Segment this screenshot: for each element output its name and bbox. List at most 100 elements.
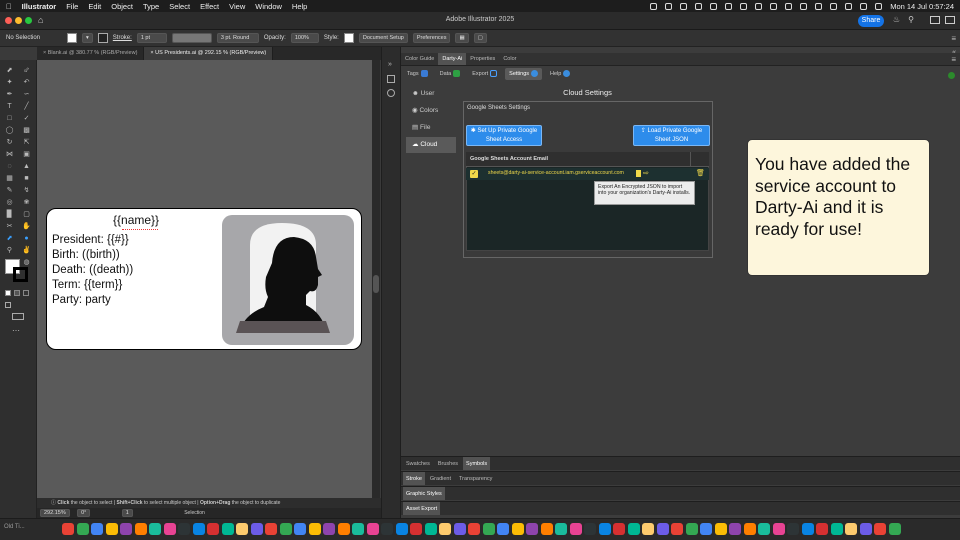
tray-app-icon[interactable] <box>665 2 673 10</box>
gradient-tool-icon[interactable]: ■ <box>22 174 31 183</box>
preferences-button[interactable]: Preferences <box>412 33 451 43</box>
bell-icon[interactable]: ♨ <box>893 15 900 24</box>
panel-menu-icon[interactable]: ≡ <box>951 34 956 43</box>
tray-app-icon[interactable] <box>755 2 763 10</box>
dock-app-icon[interactable] <box>555 523 567 535</box>
libraries-icon[interactable] <box>387 89 395 97</box>
fill-swatch[interactable] <box>67 33 78 43</box>
dock-app-icon[interactable] <box>192 523 205 535</box>
dock-app-icon[interactable] <box>584 523 596 535</box>
card-death-field[interactable]: Death: ((death)) <box>52 264 133 276</box>
dock-app-icon[interactable] <box>468 523 480 535</box>
dock-app-icon[interactable] <box>482 523 495 535</box>
draw-mode-icon[interactable] <box>5 302 11 308</box>
tray-app-icon[interactable] <box>695 2 703 10</box>
dock-app-icon[interactable] <box>105 523 118 535</box>
battery-icon[interactable] <box>845 2 853 10</box>
tab-us-presidents[interactable]: × US Presidents.ai @ 292.15 % (RGB/Previ… <box>144 47 274 60</box>
dock-app-icon[interactable] <box>772 523 785 535</box>
tab-color-guide[interactable]: Color Guide <box>401 53 438 65</box>
width-tool-icon[interactable]: ⋈ <box>5 150 14 159</box>
tab-stroke[interactable]: Stroke <box>403 472 425 485</box>
apple-icon[interactable]:  <box>6 2 12 11</box>
menu-window[interactable]: Window <box>255 2 282 11</box>
variable-width-dropdown[interactable] <box>171 33 212 43</box>
portrait-placeholder[interactable] <box>222 215 354 345</box>
eyedropper-icon[interactable]: ✎ <box>5 186 14 195</box>
dock-app-icon[interactable] <box>250 523 263 535</box>
shaper-tool-icon[interactable]: ◯ <box>5 126 14 135</box>
dock-app-icon[interactable] <box>395 523 408 535</box>
dock-app-icon[interactable] <box>874 523 886 535</box>
opacity-input[interactable]: 100% <box>290 33 319 43</box>
dock-app-icon[interactable] <box>497 523 509 535</box>
selection-tool-icon[interactable]: ⬈ <box>5 66 14 75</box>
blend-tool-icon[interactable]: ◎ <box>5 198 14 207</box>
dock-app-icon[interactable] <box>627 523 640 535</box>
dock-app-icon[interactable] <box>366 523 379 535</box>
dock-app-icon[interactable] <box>221 523 234 535</box>
menu-edit[interactable]: Edit <box>88 2 101 11</box>
tab-color[interactable]: Color <box>499 53 520 65</box>
arrange-icon[interactable] <box>945 16 955 24</box>
dock-app-icon[interactable] <box>787 523 799 535</box>
tab-brushes[interactable]: Brushes <box>435 457 461 470</box>
perspective-grid-icon[interactable]: ▲ <box>22 162 31 171</box>
subtab-help[interactable]: Help <box>546 68 574 80</box>
dock-app-icon[interactable] <box>308 523 321 535</box>
tray-app-icon[interactable] <box>830 2 838 10</box>
dock-app-icon[interactable] <box>859 523 872 535</box>
pen-tool-icon[interactable]: ✒ <box>5 90 14 99</box>
close-icon[interactable]: × <box>150 50 153 56</box>
layers-icon[interactable] <box>387 75 395 83</box>
tray-app-icon[interactable] <box>680 2 688 10</box>
dock-app-icon[interactable] <box>830 523 843 535</box>
menu-effect[interactable]: Effect <box>200 2 219 11</box>
direct-selection-tool-icon[interactable]: ⬃ <box>22 66 31 75</box>
tab-gradient[interactable]: Gradient <box>427 472 454 485</box>
dock-app-icon[interactable] <box>540 523 553 535</box>
spotlight-icon[interactable] <box>875 2 883 10</box>
menu-app-name[interactable]: Illustrator <box>22 2 57 11</box>
collapse-icon[interactable]: » <box>388 61 392 68</box>
setup-private-access-button[interactable]: ✱ Set Up Private Google Sheet Access <box>466 125 542 146</box>
dock-app-icon[interactable] <box>453 523 466 535</box>
fill-dropdown[interactable]: ▾ <box>82 33 93 43</box>
menu-type[interactable]: Type <box>143 2 159 11</box>
tab-asset-export[interactable]: Asset Export <box>403 502 441 515</box>
hand-tool-icon[interactable]: ✋ <box>22 222 31 231</box>
dock-app-icon[interactable] <box>424 523 437 535</box>
tab-graphic-styles[interactable]: Graphic Styles <box>403 487 445 500</box>
search-icon[interactable]: ⚲ <box>908 15 914 24</box>
dock-app-icon[interactable] <box>323 523 335 535</box>
tray-app-icon[interactable] <box>800 2 808 10</box>
card-term-field[interactable]: Term: {{term}} <box>52 279 122 291</box>
tab-swatches[interactable]: Swatches <box>403 457 433 470</box>
dock-app-icon[interactable] <box>511 523 524 535</box>
dock-app-icon[interactable] <box>685 523 698 535</box>
dock-app-icon[interactable] <box>163 523 176 535</box>
subtab-export[interactable]: Export <box>468 68 501 80</box>
dock-app-icon[interactable] <box>149 523 161 535</box>
rotate-tool-icon[interactable]: ↻ <box>5 138 14 147</box>
dock-app-icon[interactable] <box>613 523 625 535</box>
dock-app-icon[interactable] <box>76 523 89 535</box>
curvature-tool-icon[interactable]: ∽ <box>22 90 31 99</box>
stroke-weight-input[interactable]: 1 pt <box>136 33 167 43</box>
menu-view[interactable]: View <box>229 2 245 11</box>
sidebar-item-user[interactable]: ☻ User <box>406 86 456 102</box>
card-name-field[interactable]: {{name}} <box>113 213 159 227</box>
scale-tool-icon[interactable]: ⇱ <box>22 138 31 147</box>
paintbrush-icon[interactable]: ✓ <box>22 114 31 123</box>
graph-tool-icon[interactable]: ▉ <box>5 210 14 219</box>
dock-app-icon[interactable] <box>714 523 727 535</box>
sidebar-item-file[interactable]: ▤ File <box>406 120 456 136</box>
sidebar-item-colors[interactable]: ◉ Colors <box>406 103 456 119</box>
slice-tool-icon[interactable]: ✂ <box>5 222 14 231</box>
style-swatch[interactable] <box>343 33 354 43</box>
dock-app-icon[interactable] <box>265 523 277 535</box>
tray-app-icon[interactable] <box>785 2 793 10</box>
tray-app-icon[interactable] <box>725 2 733 10</box>
dock-app-icon[interactable] <box>120 523 132 535</box>
measure-icon[interactable]: ↯ <box>22 186 31 195</box>
